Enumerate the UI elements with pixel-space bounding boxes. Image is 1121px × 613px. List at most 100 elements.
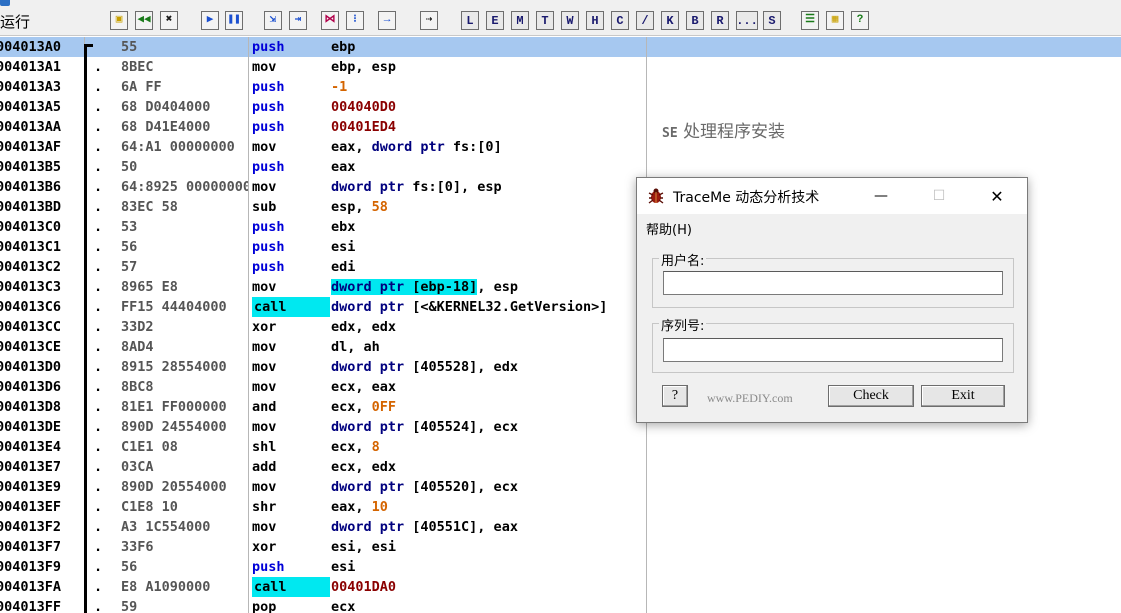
disasm-row[interactable]: 004013F9. 56 push esi — [0, 557, 646, 577]
disasm-row[interactable]: 004013D0. 8915 28554000 mov dword ptr [4055… — [0, 357, 646, 377]
open-icon[interactable]: ▣ — [110, 11, 128, 30]
handles-window-button[interactable]: H — [586, 11, 604, 30]
disasm-row[interactable]: 004013A1. 8BEC mov ebp, esp — [0, 57, 646, 77]
source-window-button[interactable]: S — [763, 11, 781, 30]
menu-help[interactable]: 帮助(H) — [646, 219, 692, 238]
list-icon[interactable]: ☰ — [801, 11, 819, 30]
hex-dump-cell: A3 1C554000 — [121, 519, 211, 535]
rewind-icon[interactable]: ◀◀ — [135, 11, 153, 30]
help-icon[interactable]: ? — [851, 11, 869, 30]
flow-marker: . — [94, 159, 103, 175]
close-process-icon[interactable]: ✖ — [160, 11, 178, 30]
disasm-row[interactable]: 004013E7. 03CA add ecx, edx — [0, 457, 646, 477]
operand-cell: ecx, edx — [331, 459, 397, 475]
disasm-row[interactable]: 004013C2. 57 push edi — [0, 257, 646, 277]
mnemonic-cell: xor — [252, 539, 277, 555]
dialog-title-bar[interactable]: TraceMe 动态分析技术 — ☐ ✕ — [637, 178, 1027, 214]
operand-cell: dword ptr [405528], edx — [331, 359, 518, 375]
disasm-row[interactable]: 004013C6. FF15 44404000 call dword ptr [<&K… — [0, 297, 646, 317]
references-window-button[interactable]: R — [711, 11, 729, 30]
close-button[interactable]: ✕ — [974, 178, 1020, 214]
mnemonic-cell: call — [252, 297, 330, 317]
check-button[interactable]: Check — [828, 385, 914, 407]
memory-window-button[interactable]: M — [511, 11, 529, 30]
disasm-row[interactable]: 004013F7. 33F6 xor esi, esi — [0, 537, 646, 557]
disasm-row[interactable]: 004013BD. 83EC 58 sub esp, 58 — [0, 197, 646, 217]
disasm-row[interactable]: 004013B6. 64:8925 00000000 mov dword ptr fs… — [0, 177, 646, 197]
log-window-button[interactable]: L — [461, 11, 479, 30]
windows-window-button[interactable]: W — [561, 11, 579, 30]
operand-cell: eax — [331, 159, 356, 175]
mnemonic-cell: mov — [252, 479, 277, 495]
flow-marker: . — [94, 539, 103, 555]
mnemonic-cell: call — [252, 577, 330, 597]
flow-marker: . — [94, 339, 103, 355]
disasm-row[interactable]: 004013EF. C1E8 10 shr eax, 10 — [0, 497, 646, 517]
disasm-row[interactable]: 004013DE. 890D 24554000 mov dword ptr [4055… — [0, 417, 646, 437]
hex-dump-cell: C1E1 08 — [121, 439, 178, 455]
disasm-row[interactable]: 004013E9. 890D 20554000 mov dword ptr [4055… — [0, 477, 646, 497]
mnemonic-cell: shl — [252, 439, 277, 455]
disasm-row[interactable]: 004013AA. 68 D41E4000 push 00401ED4 — [0, 117, 646, 137]
trace-into-icon[interactable]: ⋈ — [321, 11, 339, 30]
se-comment-text: 处理程序安装 — [683, 122, 786, 142]
hex-dump-cell: C1E8 10 — [121, 499, 178, 515]
username-input[interactable] — [663, 271, 1003, 295]
modules-window-button[interactable]: E — [486, 11, 504, 30]
trace-over-icon[interactable]: ⁝ — [346, 11, 364, 30]
se-prefix: SE — [662, 126, 678, 141]
disasm-row[interactable]: 004013B5. 50 push eax — [0, 157, 646, 177]
hex-dump-cell: 890D 24554000 — [121, 419, 227, 435]
disasm-row[interactable]: 004013F2. A3 1C554000 mov dword ptr [40551C… — [0, 517, 646, 537]
disasm-row[interactable]: 004013FF. 59 pop ecx — [0, 597, 646, 613]
disasm-row[interactable]: 004013FA. E8 A1090000 call 00401DA0 — [0, 577, 646, 597]
disasm-row[interactable]: 004013C0. 53 push ebx — [0, 217, 646, 237]
operand-cell: dword ptr [40551C], eax — [331, 519, 518, 535]
window-top-strip — [0, 0, 1121, 8]
step-over-icon[interactable]: ⇥ — [289, 11, 307, 30]
step-into-icon[interactable]: ⇲ — [264, 11, 282, 30]
disasm-row[interactable]: 004013A5. 68 D0404000 push 004040D0 — [0, 97, 646, 117]
disasm-row[interactable]: 004013D6. 8BC8 mov ecx, eax — [0, 377, 646, 397]
disasm-row[interactable]: 004013C3. 8965 E8 mov dword ptr [ebp-18], e… — [0, 277, 646, 297]
call-stack-window-button[interactable]: K — [661, 11, 679, 30]
hex-dump-cell: E8 A1090000 — [121, 579, 211, 595]
disasm-row[interactable]: 004013A3. 6A FF push -1 — [0, 77, 646, 97]
flow-marker: . — [94, 399, 103, 415]
goto-icon[interactable]: ⇢ — [420, 11, 438, 30]
run-icon[interactable]: ▶ — [201, 11, 219, 30]
execute-till-return-icon[interactable]: → — [378, 11, 396, 30]
threads-window-button[interactable]: T — [536, 11, 554, 30]
address-cell: 004013A3 — [0, 79, 62, 95]
address-cell: 004013D0 — [0, 359, 62, 375]
dialog-menubar: 帮助(H) — [637, 214, 1027, 240]
disasm-row[interactable]: 004013AF. 64:A1 00000000 mov eax, dword ptr… — [0, 137, 646, 157]
pause-icon[interactable]: ❚❚ — [225, 11, 243, 30]
serial-input[interactable] — [663, 338, 1003, 362]
options-icon[interactable]: ▦ — [826, 11, 844, 30]
hex-dump-cell: 83EC 58 — [121, 199, 178, 215]
disasm-row[interactable]: 004013D8. 81E1 FF000000 and ecx, 0FF — [0, 397, 646, 417]
hex-dump-cell: 8915 28554000 — [121, 359, 227, 375]
patches-window-button[interactable]: / — [636, 11, 654, 30]
disasm-row[interactable]: 004013C1. 56 push esi — [0, 237, 646, 257]
operand-cell: esi — [331, 559, 356, 575]
run-trace-window-button[interactable]: ... — [736, 11, 758, 30]
operand-cell: ebp, esp — [331, 59, 397, 75]
cpu-window-button[interactable]: C — [611, 11, 629, 30]
flow-marker: . — [94, 419, 103, 435]
about-button[interactable]: ? — [662, 385, 688, 407]
disasm-row[interactable]: 004013E4. C1E1 08 shl ecx, 8 — [0, 437, 646, 457]
hex-dump-cell: 68 D0404000 — [121, 99, 211, 115]
address-cell: 004013CE — [0, 339, 62, 355]
mnemonic-cell: push — [252, 559, 285, 575]
breakpoints-window-button[interactable]: B — [686, 11, 704, 30]
exit-button[interactable]: Exit — [921, 385, 1005, 407]
minimize-button[interactable]: — — [858, 178, 904, 214]
disassembly-pane[interactable]: 004013A0 55 push ebp 004013A1. 8BEC mov ebp, es… — [0, 37, 646, 613]
disasm-row[interactable]: 004013CE. 8AD4 mov dl, ah — [0, 337, 646, 357]
address-cell: 004013BD — [0, 199, 62, 215]
disasm-row[interactable]: 004013A0 55 push ebp — [0, 37, 646, 57]
disasm-row[interactable]: 004013CC. 33D2 xor edx, edx — [0, 317, 646, 337]
maximize-button[interactable]: ☐ — [916, 178, 962, 214]
